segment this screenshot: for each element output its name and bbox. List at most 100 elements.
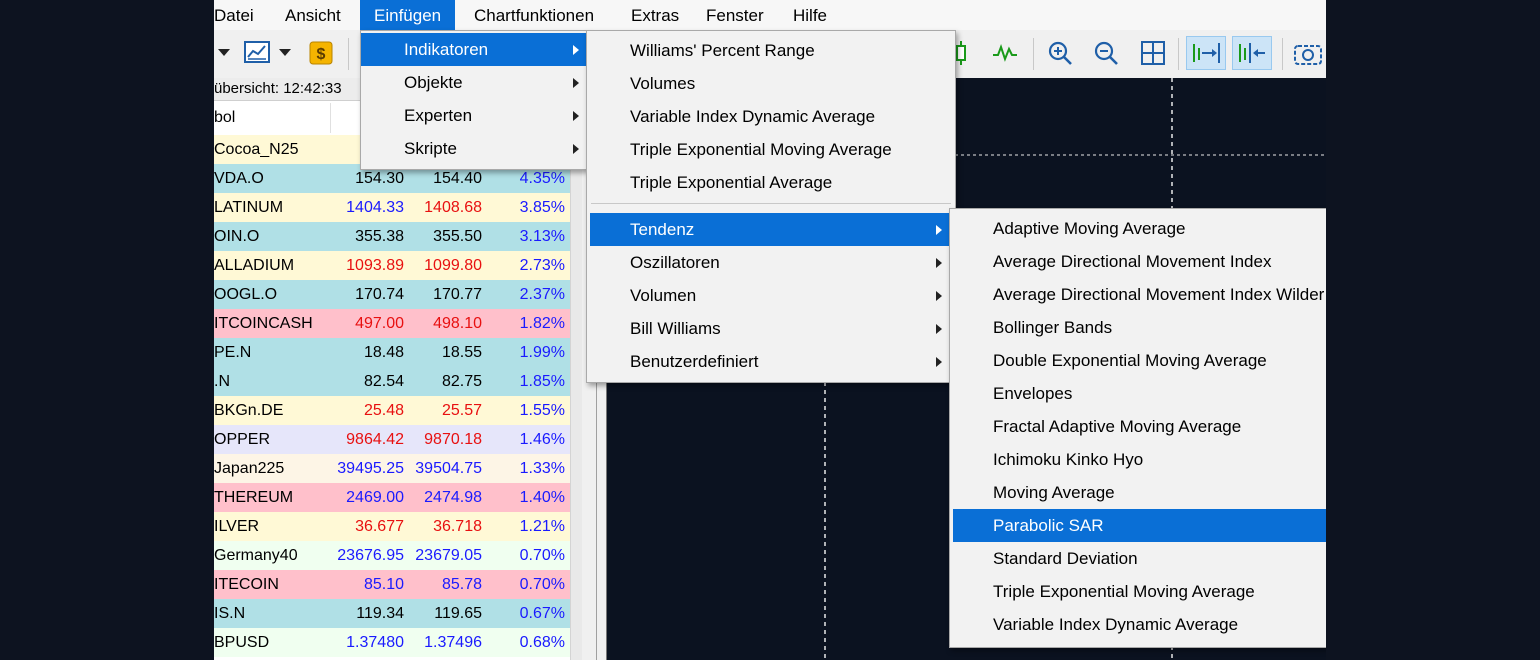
symbol-name: ITECOIN: [214, 576, 279, 593]
symbol-row[interactable]: BKGn.DE 25.48 25.57 1.55%: [214, 396, 570, 425]
daily-change: 1.82%: [519, 315, 565, 332]
menu-item-triple-exponential-average[interactable]: Triple Exponential Average: [587, 166, 955, 199]
menu-extras[interactable]: Extras: [631, 0, 679, 30]
menu-item-average-directional-movement-index[interactable]: Average Directional Movement Index: [950, 245, 1326, 278]
menu-item-adaptive-moving-average[interactable]: Adaptive Moving Average: [950, 212, 1326, 245]
symbol-name: PE.N: [214, 344, 252, 361]
ask-price: 18.55: [441, 344, 482, 361]
bid-price: 25.48: [363, 402, 404, 419]
menu-einfuegen[interactable]: Einfügen: [360, 0, 456, 30]
menu-fenster[interactable]: Fenster: [706, 0, 764, 30]
symbol-name: OIN.O: [214, 228, 260, 245]
menu-item-volumen[interactable]: Volumen: [587, 279, 955, 312]
menu-item-bill-williams[interactable]: Bill Williams: [587, 312, 955, 345]
menu-item-triple-exponential-moving-average[interactable]: Triple Exponential Moving Average: [950, 575, 1326, 608]
bid-price: 170.74: [355, 286, 404, 303]
chart-template-icon[interactable]: [241, 36, 275, 70]
einfuegen-menu: Indikatoren Objekte Experten Skripte: [360, 30, 588, 170]
menu-item-moving-average[interactable]: Moving Average: [950, 476, 1326, 509]
menu-item-variable-index-dynamic-average[interactable]: Variable Index Dynamic Average: [587, 100, 955, 133]
auto-scroll-icon[interactable]: [1186, 36, 1226, 70]
dollar-icon[interactable]: $: [304, 36, 338, 70]
market-watch-title: übersicht: 12:42:33: [214, 80, 342, 97]
menu-item-label: Triple Exponential Moving Average: [630, 140, 892, 159]
bid-price: 1093.89: [346, 257, 404, 274]
symbol-name: ALLADIUM: [214, 257, 295, 274]
symbol-name: VDA.O: [214, 170, 264, 187]
menu-item-williams-percent-range[interactable]: Williams' Percent Range: [587, 34, 955, 67]
symbol-row[interactable]: ILVER 36.677 36.718 1.21%: [214, 512, 570, 541]
menu-item-label: Parabolic SAR: [993, 516, 1104, 535]
menu-item-parabolic-sar[interactable]: Parabolic SAR: [953, 509, 1326, 542]
symbol-row[interactable]: ITECOIN 85.10 85.78 0.70%: [214, 570, 570, 599]
daily-change: 0.70%: [519, 576, 565, 593]
menu-datei[interactable]: Datei: [214, 0, 254, 30]
menu-item-standard-deviation[interactable]: Standard Deviation: [950, 542, 1326, 575]
menu-item-label: Fractal Adaptive Moving Average: [993, 417, 1242, 436]
daily-change: 1.99%: [519, 344, 565, 361]
menu-item-label: Benutzerdefiniert: [630, 352, 759, 371]
symbol-row[interactable]: OOGL.O 170.74 170.77 2.37%: [214, 280, 570, 309]
symbol-name: THEREUM: [214, 489, 294, 506]
daily-change: 1.85%: [519, 373, 565, 390]
menu-item-ichimoku-kinko-hyo[interactable]: Ichimoku Kinko Hyo: [950, 443, 1326, 476]
symbol-row[interactable]: LATINUM 1404.33 1408.68 3.85%: [214, 193, 570, 222]
menu-hilfe[interactable]: Hilfe: [793, 0, 827, 30]
symbol-row[interactable]: .N 82.54 82.75 1.85%: [214, 367, 570, 396]
zoom-out-icon[interactable]: [1089, 36, 1123, 70]
menu-item-benutzerdefiniert[interactable]: Benutzerdefiniert: [587, 345, 955, 378]
dropdown-arrow-icon[interactable]: [275, 36, 295, 70]
symbol-row[interactable]: BPUSD 1.37480 1.37496 0.68%: [214, 628, 570, 657]
ask-price: 25.57: [441, 402, 482, 419]
menu-item-envelopes[interactable]: Envelopes: [950, 377, 1326, 410]
menu-item-tendenz[interactable]: Tendenz: [590, 213, 952, 246]
menu-separator: [591, 203, 951, 204]
menu-item-objekte[interactable]: Objekte: [361, 66, 587, 99]
menu-item-experten[interactable]: Experten: [361, 99, 587, 132]
menu-chartfunktionen[interactable]: Chartfunktionen: [474, 0, 594, 30]
menu-item-bollinger-bands[interactable]: Bollinger Bands: [950, 311, 1326, 344]
symbol-row[interactable]: THEREUM 2469.00 2474.98 1.40%: [214, 483, 570, 512]
menu-item-fractal-adaptive-moving-average[interactable]: Fractal Adaptive Moving Average: [950, 410, 1326, 443]
menu-item-triple-exponential-moving-average[interactable]: Triple Exponential Moving Average: [587, 133, 955, 166]
symbol-row[interactable]: OIN.O 355.38 355.50 3.13%: [214, 222, 570, 251]
dropdown-arrow-icon[interactable]: [214, 36, 234, 70]
menu-item-indikatoren[interactable]: Indikatoren: [361, 33, 587, 66]
symbol-name: OPPER: [214, 431, 271, 448]
menu-bar: Datei Ansicht Einfügen Chartfunktionen E…: [214, 0, 1326, 31]
daily-change: 1.55%: [519, 402, 565, 419]
menu-item-label: Adaptive Moving Average: [993, 219, 1186, 238]
menu-item-label: Double Exponential Moving Average: [993, 351, 1267, 370]
screenshot-icon[interactable]: [1290, 36, 1326, 70]
menu-item-label: Bill Williams: [630, 319, 721, 338]
tendenz-menu: Adaptive Moving Average Average Direction…: [949, 208, 1326, 648]
daily-change: 2.73%: [519, 257, 565, 274]
symbol-row[interactable]: OPPER 9864.42 9870.18 1.46%: [214, 425, 570, 454]
bid-price: 1404.33: [346, 199, 404, 216]
bid-price: 119.34: [356, 605, 404, 622]
svg-text:$: $: [317, 46, 326, 63]
menu-item-average-directional-movement-index-wilder[interactable]: Average Directional Movement Index Wilde…: [950, 278, 1326, 311]
daily-change: 0.70%: [519, 547, 565, 564]
menu-item-skripte[interactable]: Skripte: [361, 132, 587, 165]
column-symbol[interactable]: bol: [214, 101, 235, 135]
menu-item-double-exponential-moving-average[interactable]: Double Exponential Moving Average: [950, 344, 1326, 377]
menu-item-label: Williams' Percent Range: [630, 41, 815, 60]
symbol-row[interactable]: ALLADIUM 1093.89 1099.80 2.73%: [214, 251, 570, 280]
symbol-row[interactable]: Japan225 39495.25 39504.75 1.33%: [214, 454, 570, 483]
menu-item-oszillatoren[interactable]: Oszillatoren: [587, 246, 955, 279]
bid-price: 18.48: [363, 344, 404, 361]
symbol-row[interactable]: ITCOINCASH 497.00 498.10 1.82%: [214, 309, 570, 338]
zoom-in-icon[interactable]: [1043, 36, 1077, 70]
line-chart-icon[interactable]: [988, 36, 1022, 70]
menu-item-label: Envelopes: [993, 384, 1073, 403]
bid-price: 36.677: [355, 518, 404, 535]
symbol-row[interactable]: PE.N 18.48 18.55 1.99%: [214, 338, 570, 367]
tile-windows-icon[interactable]: [1136, 36, 1170, 70]
menu-ansicht[interactable]: Ansicht: [285, 0, 341, 30]
chart-shift-icon[interactable]: [1232, 36, 1272, 70]
menu-item-volumes[interactable]: Volumes: [587, 67, 955, 100]
symbol-row[interactable]: IS.N 119.34 119.65 0.67%: [214, 599, 570, 628]
symbol-row[interactable]: Germany40 23676.95 23679.05 0.70%: [214, 541, 570, 570]
menu-item-variable-index-dynamic-average[interactable]: Variable Index Dynamic Average: [950, 608, 1326, 641]
